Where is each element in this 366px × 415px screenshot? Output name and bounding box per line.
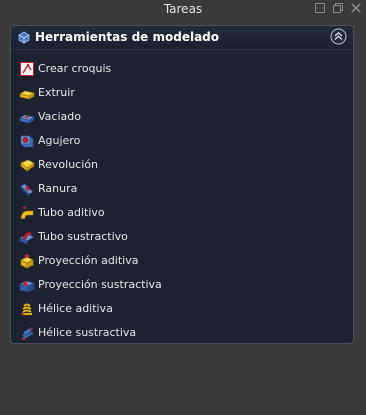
additive-pipe-icon bbox=[19, 205, 35, 221]
tool-pad[interactable]: Extruir bbox=[11, 81, 353, 105]
tool-pocket[interactable]: Vaciado bbox=[11, 105, 353, 129]
tool-create-sketch[interactable]: Crear croquis bbox=[11, 57, 353, 81]
hole-icon bbox=[19, 133, 35, 149]
revolution-icon bbox=[19, 157, 35, 173]
subtractive-loft-icon bbox=[19, 277, 35, 293]
window-titlebar: Tareas bbox=[0, 0, 366, 18]
close-icon bbox=[351, 3, 361, 13]
modeling-tools-box: Herramientas de modelado Crear croquis E… bbox=[10, 25, 354, 344]
float-button[interactable] bbox=[332, 2, 344, 14]
collapse-button[interactable] bbox=[330, 28, 347, 45]
tool-label: Revolución bbox=[38, 158, 98, 171]
tool-label: Tubo aditivo bbox=[38, 206, 105, 219]
tool-hole[interactable]: Agujero bbox=[11, 129, 353, 153]
tool-additive-helix[interactable]: Hélice aditiva bbox=[11, 297, 353, 321]
groove-icon bbox=[19, 181, 35, 197]
tool-subtractive-loft[interactable]: Proyección sustractiva bbox=[11, 273, 353, 297]
tool-groove[interactable]: Ranura bbox=[11, 177, 353, 201]
tool-label: Vaciado bbox=[38, 110, 81, 123]
tool-additive-loft[interactable]: Proyección aditiva bbox=[11, 249, 353, 273]
tool-label: Ranura bbox=[38, 182, 78, 195]
window-title: Tareas bbox=[163, 2, 203, 16]
restore-button[interactable] bbox=[314, 2, 326, 14]
additive-helix-icon bbox=[19, 301, 35, 317]
tools-list: Crear croquis Extruir Vaciado Agujero Re… bbox=[11, 57, 353, 343]
tool-label: Agujero bbox=[38, 134, 81, 147]
tool-label: Extruir bbox=[38, 86, 75, 99]
float-icon bbox=[333, 3, 343, 13]
restore-icon bbox=[315, 3, 325, 13]
pad-icon bbox=[19, 85, 35, 101]
tool-label: Hélice aditiva bbox=[38, 302, 113, 315]
window-controls bbox=[314, 2, 362, 14]
pocket-icon bbox=[19, 109, 35, 125]
box-title: Herramientas de modelado bbox=[35, 30, 219, 44]
tool-subtractive-helix[interactable]: Hélice sustractiva bbox=[11, 321, 353, 343]
tool-label: Crear croquis bbox=[38, 62, 112, 75]
box-header: Herramientas de modelado bbox=[11, 26, 353, 50]
sketch-icon bbox=[19, 61, 35, 77]
tool-subtractive-pipe[interactable]: Tubo sustractivo bbox=[11, 225, 353, 249]
tool-label: Proyección sustractiva bbox=[38, 278, 162, 291]
tool-revolution[interactable]: Revolución bbox=[11, 153, 353, 177]
subtractive-helix-icon bbox=[19, 325, 35, 341]
tool-additive-pipe[interactable]: Tubo aditivo bbox=[11, 201, 353, 225]
part-design-icon bbox=[18, 31, 30, 44]
tool-label: Proyección aditiva bbox=[38, 254, 139, 267]
subtractive-pipe-icon bbox=[19, 229, 35, 245]
additive-loft-icon bbox=[19, 253, 35, 269]
task-panel: Tareas Herramientas de modelado Crear cr… bbox=[0, 0, 366, 415]
tool-label: Tubo sustractivo bbox=[38, 230, 128, 243]
collapse-icon bbox=[330, 28, 347, 45]
close-button[interactable] bbox=[350, 2, 362, 14]
tool-label: Hélice sustractiva bbox=[38, 326, 137, 339]
